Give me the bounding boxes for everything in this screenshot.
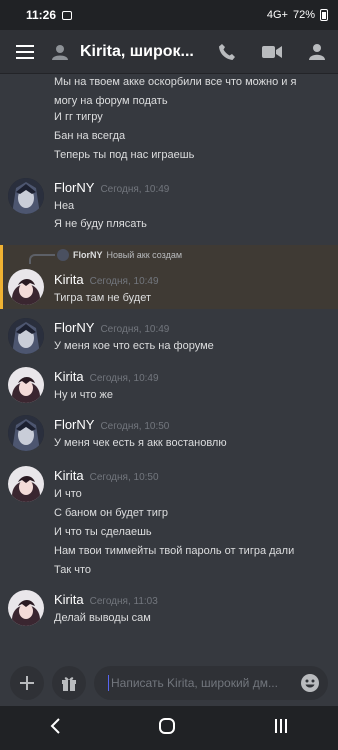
- signal-label: 4G+: [266, 9, 288, 21]
- message-text: У меня кое что есть на форуме: [54, 340, 214, 352]
- plus-icon: [20, 676, 34, 690]
- message-composer: Написать Kirita, широкий дм...: [0, 660, 338, 706]
- avatar-florny[interactable]: [8, 415, 44, 451]
- message-text: И гг тигру: [54, 111, 103, 123]
- message-author[interactable]: FlorNY Сегодня, 10:50: [54, 417, 169, 432]
- gift-button[interactable]: [52, 666, 86, 700]
- battery-percent: 72%: [292, 9, 315, 21]
- author-name[interactable]: FlorNY: [54, 417, 94, 432]
- chat-header: Kirita, широк...: [0, 30, 338, 74]
- author-name[interactable]: Kirita: [54, 592, 84, 607]
- add-attachment-button[interactable]: [10, 666, 44, 700]
- message-group: Kirita Сегодня, 11:03 Делай выводы сам: [0, 586, 338, 638]
- author-name[interactable]: Kirita: [54, 369, 84, 384]
- reply-avatar: [57, 249, 69, 261]
- avatar-kirita[interactable]: [8, 269, 44, 305]
- author-name[interactable]: Kirita: [54, 468, 84, 483]
- author-name[interactable]: FlorNY: [54, 180, 94, 195]
- message-text: С баном он будет тигр: [54, 507, 168, 519]
- reply-connector: [29, 254, 55, 264]
- gift-icon: [62, 677, 76, 691]
- message-list[interactable]: Мы на твоем акке оскорбили все что можно…: [0, 74, 338, 660]
- message-text: Теперь ты под нас играешь: [54, 149, 195, 161]
- message-group-highlighted: FlorNY Новый акк создам Kirita Сегодня, 1…: [0, 245, 338, 309]
- message-timestamp: Сегодня, 10:49: [100, 184, 170, 195]
- message-text: Так что: [54, 564, 91, 576]
- avatar-florny[interactable]: [8, 178, 44, 214]
- video-icon[interactable]: [262, 45, 282, 59]
- message-timestamp: Сегодня, 10:49: [100, 324, 170, 335]
- message-text: У меня чек есть я акк востановлю: [54, 437, 227, 449]
- call-icon[interactable]: [218, 43, 236, 61]
- message-timestamp: Сегодня, 10:49: [89, 276, 159, 287]
- message-text: И что ты сделаешь: [54, 526, 152, 538]
- message-text: Нам твои тиммейты твой пароль от тигра д…: [54, 545, 295, 557]
- members-icon[interactable]: [308, 43, 326, 61]
- message-text: И что: [54, 488, 82, 500]
- status-time: 11:26: [26, 8, 57, 22]
- message-text: Бан на всегда: [54, 130, 126, 142]
- message-author[interactable]: FlorNY Сегодня, 10:49: [54, 320, 169, 335]
- chat-title[interactable]: Kirita, широк...: [80, 43, 210, 61]
- message-text: могу на форум подать: [54, 95, 168, 107]
- message-group: FlorNY Сегодня, 10:49 У меня кое что есть…: [0, 314, 338, 366]
- message-text: Тигра там не будет: [54, 292, 151, 304]
- message-text: Я не буду плясать: [54, 218, 147, 230]
- message-text: Мы на твоем акке оскорбили все что можно…: [54, 76, 297, 88]
- message-text: Ну и что же: [54, 389, 113, 401]
- system-nav-bar: [0, 706, 338, 750]
- author-name[interactable]: FlorNY: [54, 320, 94, 335]
- message-author[interactable]: Kirita Сегодня, 10:49: [54, 272, 159, 287]
- avatar-kirita[interactable]: [8, 466, 44, 502]
- menu-icon[interactable]: [16, 44, 34, 59]
- message-text: Неа: [54, 200, 75, 212]
- status-bar: 11:26 4G+ 72%: [0, 0, 338, 30]
- user-icon: [52, 44, 68, 60]
- message-input[interactable]: Написать Kirita, широкий дм...: [94, 666, 328, 700]
- message-author[interactable]: Kirita Сегодня, 10:49: [54, 369, 159, 384]
- home-icon[interactable]: [158, 717, 176, 740]
- recents-icon[interactable]: [273, 718, 289, 739]
- message-input-placeholder: Написать Kirita, широкий дм...: [111, 676, 278, 690]
- battery-icon: [320, 9, 328, 21]
- reply-author: FlorNY: [73, 250, 103, 260]
- message-author[interactable]: Kirita Сегодня, 10:50: [54, 468, 159, 483]
- message-group: FlorNY Сегодня, 10:50 У меня чек есть я а…: [0, 411, 338, 463]
- emoji-icon[interactable]: [300, 673, 320, 693]
- message-group: Мы на твоем акке оскорбили все что можно…: [0, 74, 338, 168]
- message-timestamp: Сегодня, 10:50: [100, 421, 170, 432]
- back-icon[interactable]: [49, 717, 61, 739]
- reply-text: Новый акк создам: [106, 250, 183, 260]
- reply-preview[interactable]: FlorNY Новый акк создам: [57, 249, 182, 261]
- message-timestamp: Сегодня, 10:50: [89, 472, 159, 483]
- message-author[interactable]: Kirita Сегодня, 11:03: [54, 592, 158, 607]
- avatar-kirita[interactable]: [8, 590, 44, 626]
- text-caret: [108, 675, 109, 691]
- message-timestamp: Сегодня, 10:49: [89, 373, 159, 384]
- message-group: FlorNY Сегодня, 10:49 Неа Я не буду пляса…: [0, 174, 338, 244]
- message-group: Kirita Сегодня, 10:49 Ну и что же: [0, 363, 338, 415]
- gallery-notification-icon: [62, 10, 73, 20]
- avatar-florny[interactable]: [8, 318, 44, 354]
- author-name[interactable]: Kirita: [54, 272, 84, 287]
- message-group: Kirita Сегодня, 10:50 И что С баном он бу…: [0, 462, 338, 582]
- message-text: Делай выводы сам: [54, 612, 151, 624]
- message-author[interactable]: FlorNY Сегодня, 10:49: [54, 180, 169, 195]
- avatar-kirita[interactable]: [8, 367, 44, 403]
- message-timestamp: Сегодня, 11:03: [89, 596, 158, 607]
